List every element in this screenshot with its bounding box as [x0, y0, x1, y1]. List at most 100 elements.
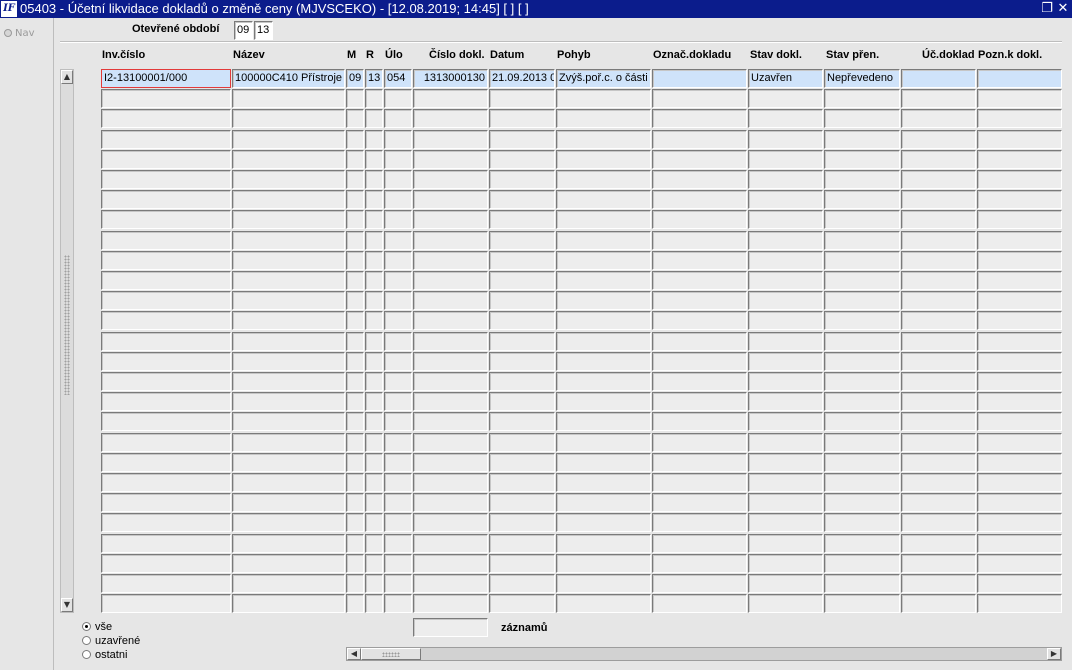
cell-pohyb[interactable]: [556, 493, 651, 512]
cell-r[interactable]: [365, 493, 383, 512]
cell-nazev[interactable]: [232, 554, 345, 573]
cell-oznac-dokladu[interactable]: [652, 392, 747, 411]
cell-nazev[interactable]: [232, 352, 345, 371]
cell-pozn-k-dokl[interactable]: [977, 594, 1062, 613]
cell-m[interactable]: [346, 109, 364, 128]
cell-nazev[interactable]: [232, 433, 345, 452]
cell-oznac-dokladu[interactable]: [652, 332, 747, 351]
cell-m[interactable]: [346, 150, 364, 169]
cell-ulo[interactable]: [384, 574, 412, 593]
cell-inv-cislo[interactable]: [101, 574, 231, 593]
cell-inv-cislo[interactable]: [101, 271, 231, 290]
cell-ulo[interactable]: [384, 352, 412, 371]
cell-cislo-dokl[interactable]: [413, 190, 488, 209]
cell-stav-dokl[interactable]: [748, 210, 823, 229]
cell-cislo-dokl[interactable]: [413, 534, 488, 553]
cell-stav-pren[interactable]: [824, 372, 900, 391]
cell-r[interactable]: [365, 473, 383, 492]
cell-uc-doklad[interactable]: [901, 150, 976, 169]
cell-nazev[interactable]: [232, 332, 345, 351]
cell-m[interactable]: [346, 412, 364, 431]
cell-m[interactable]: [346, 473, 364, 492]
cell-ulo[interactable]: [384, 493, 412, 512]
cell-datum[interactable]: [489, 554, 555, 573]
radio-all-icon[interactable]: [82, 622, 91, 631]
cell-ulo[interactable]: [384, 291, 412, 310]
cell-cislo-dokl[interactable]: [413, 251, 488, 270]
cell-pozn-k-dokl[interactable]: [977, 554, 1062, 573]
cell-pohyb[interactable]: [556, 372, 651, 391]
cell-nazev[interactable]: [232, 392, 345, 411]
cell-stav-dokl[interactable]: [748, 392, 823, 411]
cell-stav-dokl[interactable]: [748, 130, 823, 149]
cell-uc-doklad[interactable]: [901, 352, 976, 371]
cell-oznac-dokladu[interactable]: [652, 554, 747, 573]
cell-r[interactable]: [365, 513, 383, 532]
cell-oznac-dokladu[interactable]: [652, 574, 747, 593]
cell-inv-cislo[interactable]: [101, 513, 231, 532]
cell-m[interactable]: [346, 493, 364, 512]
cell-cislo-dokl[interactable]: [413, 412, 488, 431]
cell-pohyb[interactable]: [556, 594, 651, 613]
cell-stav-dokl[interactable]: [748, 534, 823, 553]
cell-datum[interactable]: [489, 412, 555, 431]
cell-oznac-dokladu[interactable]: [652, 150, 747, 169]
cell-pohyb[interactable]: [556, 109, 651, 128]
cell-stav-dokl[interactable]: [748, 231, 823, 250]
cell-pozn-k-dokl[interactable]: [977, 412, 1062, 431]
cell-uc-doklad[interactable]: [901, 554, 976, 573]
cell-pozn-k-dokl[interactable]: [977, 493, 1062, 512]
cell-datum[interactable]: [489, 89, 555, 108]
cell-pohyb[interactable]: [556, 190, 651, 209]
cell-stav-pren[interactable]: Nepřevedeno: [824, 69, 900, 88]
cell-stav-pren[interactable]: [824, 433, 900, 452]
cell-oznac-dokladu[interactable]: [652, 493, 747, 512]
cell-pohyb[interactable]: [556, 150, 651, 169]
cell-m[interactable]: [346, 231, 364, 250]
cell-ulo[interactable]: [384, 594, 412, 613]
cell-oznac-dokladu[interactable]: [652, 271, 747, 290]
cell-inv-cislo[interactable]: I2-13100001/000: [101, 69, 231, 88]
period-month-input[interactable]: 09: [234, 21, 253, 40]
cell-datum[interactable]: [489, 271, 555, 290]
cell-pozn-k-dokl[interactable]: [977, 130, 1062, 149]
cell-uc-doklad[interactable]: [901, 473, 976, 492]
cell-oznac-dokladu[interactable]: [652, 513, 747, 532]
cell-uc-doklad[interactable]: [901, 574, 976, 593]
scroll-left-icon[interactable]: ◀: [347, 648, 361, 660]
cell-r[interactable]: [365, 352, 383, 371]
cell-datum[interactable]: [489, 311, 555, 330]
cell-uc-doklad[interactable]: [901, 513, 976, 532]
cell-oznac-dokladu[interactable]: [652, 210, 747, 229]
cell-oznac-dokladu[interactable]: [652, 372, 747, 391]
cell-nazev[interactable]: [232, 473, 345, 492]
cell-pohyb[interactable]: Zvýš.poř.c. o části: [556, 69, 651, 88]
cell-uc-doklad[interactable]: [901, 210, 976, 229]
cell-inv-cislo[interactable]: [101, 130, 231, 149]
cell-datum[interactable]: [489, 493, 555, 512]
cell-r[interactable]: [365, 109, 383, 128]
cell-stav-pren[interactable]: [824, 291, 900, 310]
cell-stav-dokl[interactable]: [748, 352, 823, 371]
cell-stav-dokl[interactable]: [748, 574, 823, 593]
cell-nazev[interactable]: [232, 412, 345, 431]
cell-stav-pren[interactable]: [824, 231, 900, 250]
cell-stav-dokl[interactable]: [748, 190, 823, 209]
cell-uc-doklad[interactable]: [901, 392, 976, 411]
cell-r[interactable]: [365, 412, 383, 431]
cell-ulo[interactable]: [384, 554, 412, 573]
cell-pozn-k-dokl[interactable]: [977, 231, 1062, 250]
cell-nazev[interactable]: [232, 574, 345, 593]
cell-pohyb[interactable]: [556, 130, 651, 149]
cell-r[interactable]: [365, 534, 383, 553]
scroll-down-icon[interactable]: ▼: [61, 598, 73, 612]
cell-pozn-k-dokl[interactable]: [977, 372, 1062, 391]
cell-uc-doklad[interactable]: [901, 493, 976, 512]
cell-pozn-k-dokl[interactable]: [977, 271, 1062, 290]
cell-stav-pren[interactable]: [824, 352, 900, 371]
filter-option-all[interactable]: vše: [82, 621, 112, 633]
cell-pohyb[interactable]: [556, 453, 651, 472]
cell-datum[interactable]: [489, 513, 555, 532]
cell-uc-doklad[interactable]: [901, 594, 976, 613]
cell-pozn-k-dokl[interactable]: [977, 69, 1062, 88]
